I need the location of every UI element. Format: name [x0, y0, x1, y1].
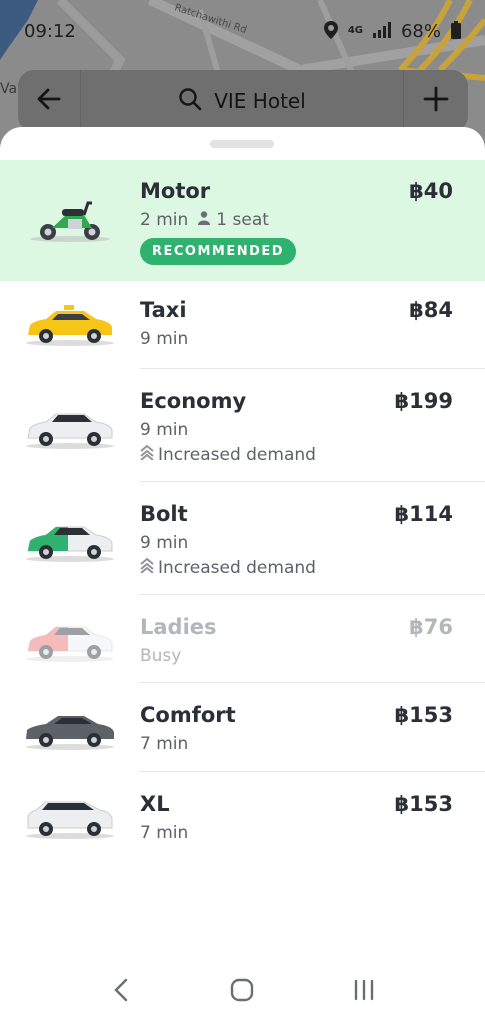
surge-icon — [140, 444, 154, 465]
nav-back-button[interactable] — [101, 972, 141, 1012]
system-nav-bar — [0, 960, 485, 1024]
ride-price: ฿153 — [394, 792, 453, 816]
location-icon — [323, 20, 338, 42]
search-icon — [178, 87, 202, 116]
ride-eta: 9 min — [140, 420, 189, 440]
ride-price: ฿76 — [409, 615, 453, 639]
ride-name: Taxi — [140, 298, 187, 322]
ride-list: Motor ฿40 2 min 1 seat RECOMMENDED Taxi — [0, 160, 485, 860]
ride-price: ฿40 — [409, 179, 453, 203]
status-bar: 09:12 4G 68% — [0, 0, 485, 62]
surge-icon — [140, 557, 154, 578]
ride-price: ฿153 — [394, 703, 453, 727]
ride-eta: 7 min — [140, 734, 189, 754]
economy-car-icon — [26, 413, 114, 449]
destination-bar: VIE Hotel — [18, 70, 468, 132]
ride-eta: 2 min 1 seat — [140, 210, 269, 230]
nav-home-button[interactable] — [222, 972, 262, 1012]
ride-options-sheet: Motor ฿40 2 min 1 seat RECOMMENDED Taxi — [0, 127, 485, 1024]
ride-option-bolt[interactable]: Bolt ฿114 9 min Increased demand — [0, 482, 485, 595]
ride-seats: 1 seat — [216, 210, 269, 230]
ride-option-taxi[interactable]: Taxi ฿84 9 min — [0, 281, 485, 369]
ride-eta: 7 min — [140, 823, 189, 843]
ride-option-economy[interactable]: Economy ฿199 9 min Increased demand — [0, 369, 485, 482]
bolt-car-icon — [26, 526, 114, 562]
back-button[interactable] — [18, 70, 80, 132]
xl-car-icon — [26, 801, 114, 839]
ride-status: Busy — [140, 646, 182, 666]
ride-name: Ladies — [140, 615, 217, 639]
status-time: 09:12 — [24, 20, 76, 42]
demand-text: Increased demand — [158, 444, 316, 465]
demand-note: Increased demand — [140, 557, 316, 578]
ride-price: ฿199 — [394, 389, 453, 413]
ride-eta: 9 min — [140, 533, 189, 553]
ride-option-xl[interactable]: XL ฿153 7 min — [0, 772, 485, 860]
ride-price: ฿84 — [409, 298, 453, 322]
nav-recents-button[interactable] — [344, 972, 384, 1012]
comfort-car-icon — [26, 716, 114, 750]
destination-field[interactable]: VIE Hotel — [80, 70, 404, 132]
taxi-icon — [26, 305, 114, 346]
destination-text: VIE Hotel — [214, 89, 306, 113]
add-stop-button[interactable] — [404, 70, 468, 132]
ride-option-ladies: Ladies ฿76 Busy — [0, 595, 485, 683]
ride-name: Bolt — [140, 502, 188, 526]
add-icon — [422, 85, 450, 117]
battery-icon — [451, 20, 461, 42]
motorbike-icon — [30, 201, 110, 242]
person-icon — [198, 210, 211, 230]
ride-name: Motor — [140, 179, 211, 203]
ride-option-motor[interactable]: Motor ฿40 2 min 1 seat RECOMMENDED — [0, 160, 485, 281]
map-edge-label: Va — [0, 81, 17, 97]
demand-text: Increased demand — [158, 557, 316, 578]
network-label: 4G — [347, 25, 363, 36]
status-icons: 4G 68% — [323, 20, 461, 42]
ride-name: Economy — [140, 389, 247, 413]
ladies-car-icon — [26, 626, 114, 662]
signal-icon — [372, 21, 391, 41]
ride-name: XL — [140, 792, 170, 816]
ride-price: ฿114 — [394, 502, 453, 526]
demand-note: Increased demand — [140, 444, 316, 465]
back-arrow-icon — [35, 85, 63, 117]
home-nav-icon — [230, 978, 254, 1006]
ride-eta-text: 2 min — [140, 210, 189, 230]
recommended-badge: RECOMMENDED — [140, 238, 297, 265]
ride-eta: 9 min — [140, 329, 189, 349]
ride-name: Comfort — [140, 703, 236, 727]
battery-percent: 68% — [400, 20, 441, 42]
ride-option-comfort[interactable]: Comfort ฿153 7 min — [0, 683, 485, 772]
back-nav-icon — [113, 978, 129, 1006]
recents-nav-icon — [353, 979, 375, 1005]
drag-handle[interactable] — [210, 140, 274, 148]
